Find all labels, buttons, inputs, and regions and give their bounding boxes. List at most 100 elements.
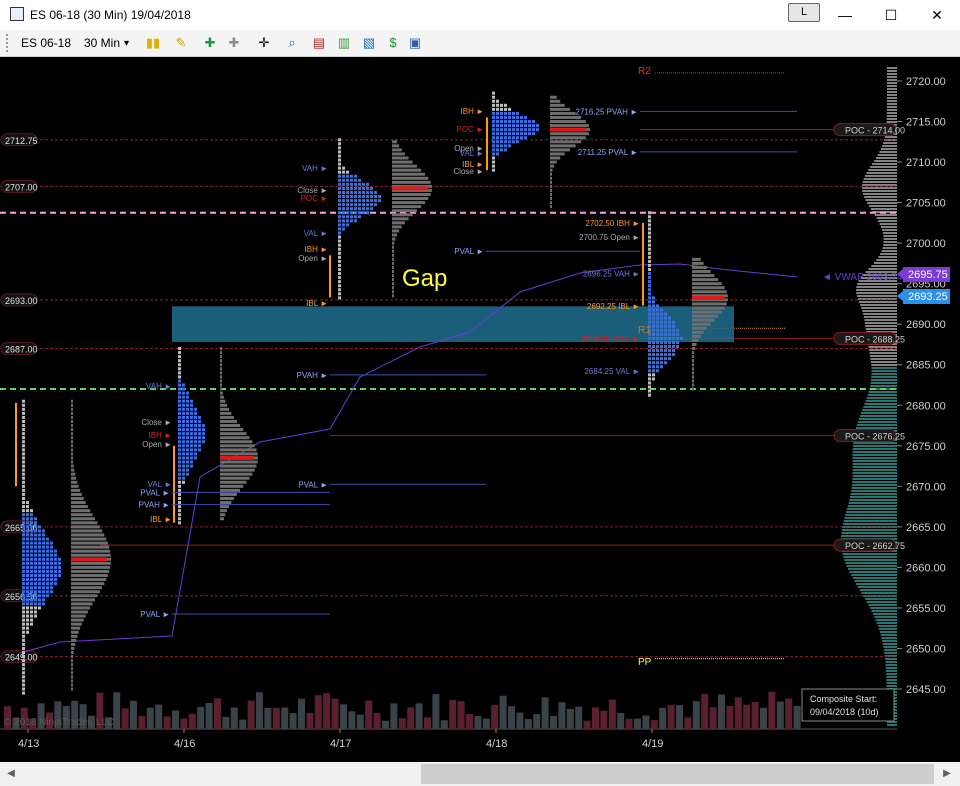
maximize-button[interactable]: ☐: [868, 0, 914, 30]
volume-bar: [373, 712, 381, 729]
composite-profile-row: [876, 259, 897, 261]
profile-tpo: [338, 150, 341, 154]
scroll-right-icon[interactable]: ▶: [940, 766, 954, 782]
composite-profile-row: [886, 85, 897, 87]
profile-tpo: [504, 103, 507, 107]
profile-tpo: [50, 582, 53, 586]
interval-dropdown-icon[interactable]: ▾: [124, 38, 129, 49]
zoom-icon[interactable]: ⌕: [284, 35, 300, 51]
scroll-left-icon[interactable]: ◀: [4, 766, 18, 782]
composite-profile-row: [882, 643, 897, 645]
profile-tpo: [26, 541, 29, 545]
profile-tpo: [504, 132, 507, 136]
profile-tpo: [50, 590, 53, 594]
volume-bar: [424, 717, 431, 729]
data-series-icon[interactable]: ▤: [311, 35, 327, 51]
composite-profile-row: [876, 157, 897, 159]
add-indicator-icon[interactable]: ✚: [202, 35, 218, 51]
prior-value-area-label: 2711.25 PVAL ►: [578, 148, 638, 157]
profile-tpo: [496, 132, 499, 136]
profile-tpo: [338, 142, 341, 146]
profile-tpo: [668, 320, 671, 324]
profile-tpo: [338, 178, 341, 182]
strategy-icon[interactable]: ✚: [226, 35, 242, 51]
composite-profile-row: [852, 448, 897, 450]
volume-profile-row: [71, 517, 96, 521]
profile-tpo: [186, 448, 189, 452]
volume-profile-row: [71, 448, 73, 452]
profile-tpo: [338, 166, 341, 170]
templates-icon[interactable]: ▥: [336, 35, 352, 51]
scrollbar-thumb[interactable]: [421, 764, 934, 784]
bar-style-icon[interactable]: ▮▮: [145, 35, 161, 51]
chart-canvas[interactable]: 2720.00 2715.00 2710.00 2705.00 2700.00 2695.…: [0, 57, 960, 762]
profile-tpo: [50, 553, 53, 557]
profile-tpo: [34, 553, 37, 557]
profile-tpo: [202, 424, 205, 428]
price-tick-label: 2650.00: [906, 643, 946, 655]
close-button[interactable]: ✕: [914, 0, 960, 30]
composite-profile-row: [862, 187, 897, 189]
instrument-selector[interactable]: ES 06-18: [21, 36, 71, 50]
profile-tpo: [54, 549, 57, 553]
profile-tpo: [42, 529, 45, 533]
profile-tpo: [378, 195, 381, 199]
profile-tpo: [34, 533, 37, 537]
link-button[interactable]: L: [788, 3, 820, 22]
profile-tpo: [54, 582, 57, 586]
profile-tpo: [22, 634, 25, 638]
profile-tpo: [182, 460, 185, 464]
profile-tpo: [190, 407, 193, 411]
profile-tpo: [350, 182, 353, 186]
profile-tpo: [648, 353, 651, 357]
profile-tpo: [536, 124, 539, 128]
profile-tpo: [648, 377, 651, 381]
dollar-icon[interactable]: $: [385, 35, 401, 51]
composite-profile-row: [861, 592, 897, 594]
profile-tpo: [30, 533, 33, 537]
crosshair-icon[interactable]: ✛: [256, 35, 272, 51]
profile-tpo: [362, 195, 365, 199]
profile-tpo: [358, 199, 361, 203]
profile-tpo: [198, 444, 201, 448]
composite-profile-row: [862, 409, 897, 411]
profile-tpo: [22, 436, 25, 440]
volume-profile-row: [692, 387, 694, 391]
profile-tpo: [22, 545, 25, 549]
chart-panel[interactable]: 2720.00 2715.00 2710.00 2705.00 2700.00 2695.…: [0, 57, 960, 762]
profile-tpo: [338, 227, 341, 231]
profile-tpo: [656, 320, 659, 324]
profile-tpo: [350, 203, 353, 207]
profile-tpo: [178, 415, 181, 419]
profile-tpo: [524, 124, 527, 128]
drawing-tool-icon[interactable]: ✎: [173, 35, 189, 51]
properties-icon[interactable]: ▣: [407, 35, 423, 51]
horizontal-scrollbar[interactable]: ◀ ▶: [0, 762, 960, 786]
profile-tpo: [648, 336, 651, 340]
volume-profile-row: [71, 569, 110, 573]
volume-profile-row: [220, 496, 234, 500]
profile-tpo: [186, 468, 189, 472]
volume-profile-row: [220, 428, 244, 432]
volume-bar: [239, 719, 247, 729]
profile-tpo: [652, 340, 655, 344]
profile-tpo: [182, 480, 185, 484]
profile-tpo: [22, 610, 25, 614]
profile-tpo: [648, 211, 651, 215]
volume-bar: [281, 707, 289, 729]
profile-tpo: [660, 340, 663, 344]
minimize-button[interactable]: —: [822, 0, 868, 30]
profile-tpo: [46, 553, 49, 557]
price-tick-label: 2660.00: [906, 562, 946, 574]
gap-label: Gap: [402, 265, 447, 292]
profile-tpo: [672, 332, 675, 336]
pvah-label: PVAH ►: [139, 501, 170, 510]
chart-trader-icon[interactable]: ▧: [361, 35, 377, 51]
profile-tpo: [338, 154, 341, 158]
interval-selector[interactable]: 30 Min: [84, 36, 120, 50]
profile-tpo: [22, 505, 25, 509]
volume-profile-row: [692, 306, 725, 310]
volume-profile-row: [220, 375, 222, 379]
volume-profile-row: [392, 168, 422, 172]
profile-tpo: [672, 336, 675, 340]
